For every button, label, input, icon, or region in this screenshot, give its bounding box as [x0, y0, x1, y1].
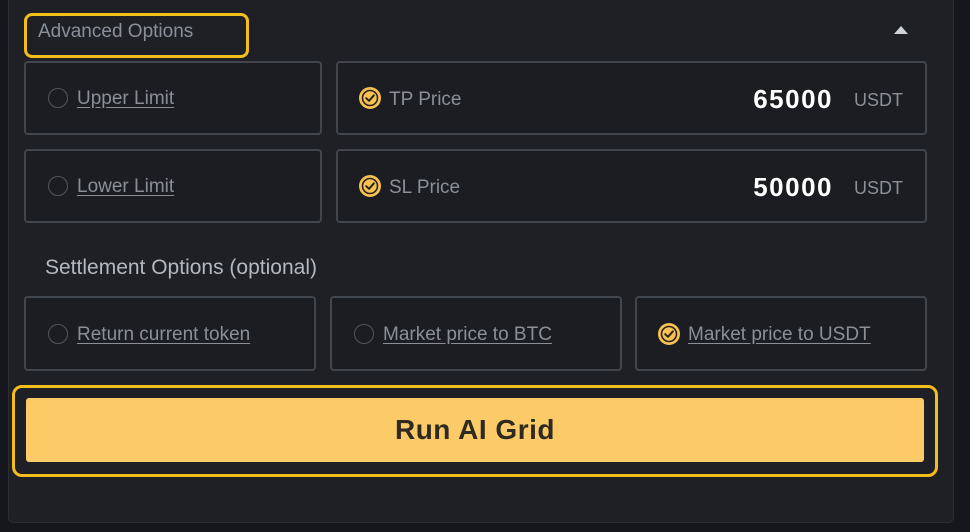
radio-unchecked-icon[interactable] [48, 324, 68, 344]
checkmark-circle-icon[interactable] [359, 87, 381, 109]
sl-price-unit: USDT [854, 178, 903, 198]
sl-price-value[interactable]: 50000 [753, 172, 833, 203]
sl-price-label: SL Price [389, 177, 461, 198]
lower-limit-option[interactable]: Lower Limit [24, 149, 322, 223]
tp-price-label: TP Price [389, 89, 462, 110]
settlement-option-return-token[interactable]: Return current token [24, 296, 316, 371]
tp-price-field[interactable]: TP Price 65000 USDT [336, 61, 927, 135]
run-ai-grid-button[interactable]: Run AI Grid [26, 398, 924, 462]
tp-price-value[interactable]: 65000 [753, 84, 833, 115]
radio-unchecked-icon[interactable] [48, 88, 68, 108]
settlement-option-label[interactable]: Return current token [77, 324, 250, 346]
settlement-option-market-usdt[interactable]: Market price to USDT [635, 296, 927, 371]
upper-limit-label[interactable]: Upper Limit [77, 88, 174, 110]
upper-limit-option[interactable]: Upper Limit [24, 61, 322, 135]
advanced-options-toggle[interactable]: Advanced Options [38, 21, 193, 43]
lower-limit-label[interactable]: Lower Limit [77, 176, 174, 198]
radio-unchecked-icon[interactable] [48, 176, 68, 196]
settlement-option-market-btc[interactable]: Market price to BTC [330, 296, 622, 371]
caret-up-icon[interactable] [894, 26, 908, 34]
settlement-option-label[interactable]: Market price to USDT [688, 324, 871, 346]
sl-price-field[interactable]: SL Price 50000 USDT [336, 149, 927, 223]
settlement-options-title: Settlement Options (optional) [45, 256, 317, 279]
checkmark-circle-icon[interactable] [658, 323, 680, 345]
tp-price-unit: USDT [854, 90, 903, 110]
checkmark-circle-icon[interactable] [359, 175, 381, 197]
radio-unchecked-icon[interactable] [354, 324, 374, 344]
settlement-option-label[interactable]: Market price to BTC [383, 324, 552, 346]
